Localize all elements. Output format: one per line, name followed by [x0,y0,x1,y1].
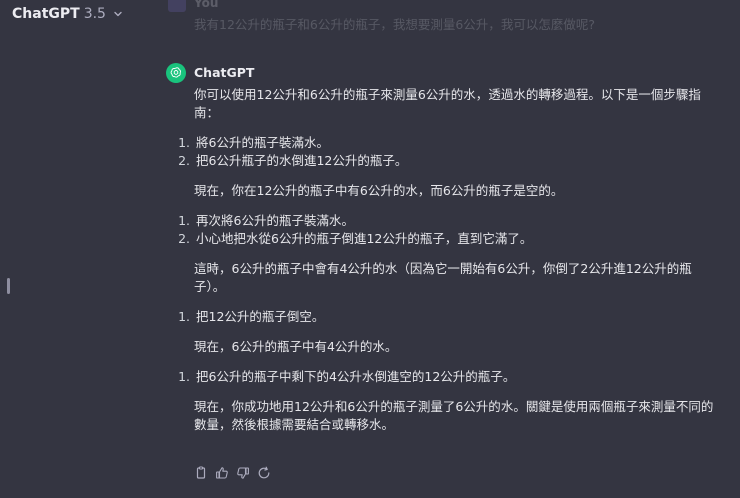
assistant-author: ChatGPT [194,65,255,80]
regenerate-button[interactable] [257,466,271,480]
thumbs-down-icon [237,467,249,479]
list-text: 小心地把水從6公升的瓶子倒進12公升的瓶子，直到它滿了。 [196,231,533,246]
user-avatar [168,0,186,12]
list-number: 1. [178,369,190,384]
list-item: 1. 把6公升的瓶子中剩下的4公升水倒進空的12公升的瓶子。 [178,368,714,386]
list-number: 1. [178,213,190,228]
thumbs-up-icon [216,467,228,479]
list-number: 2. [178,153,190,168]
list-text: 把6公升瓶子的水倒進12公升的瓶子。 [196,153,408,168]
model-switcher[interactable]: ChatGPT 3.5 [12,3,123,25]
previous-message-author: You [194,0,219,10]
note-paragraph-1: 現在，你在12公升的瓶子中有6公升的水，而6公升的瓶子是空的。 [194,183,564,198]
list-item: 1. 將6公升的瓶子裝滿水。 [178,134,714,152]
message-actions [194,466,271,480]
intro-paragraph: 你可以使用12公升和6公升的瓶子來測量6公升的水，透過水的轉移過程。以下是一個步… [194,87,701,120]
step-list-1: 1. 將6公升的瓶子裝滿水。 2. 把6公升瓶子的水倒進12公升的瓶子。 [178,134,714,170]
thumbs-down-button[interactable] [236,466,250,480]
note-paragraph-3: 現在，6公升的瓶子中有4公升的水。 [194,339,398,354]
list-item: 2. 把6公升瓶子的水倒進12公升的瓶子。 [178,152,714,170]
list-item: 2. 小心地把水從6公升的瓶子倒進12公升的瓶子，直到它滿了。 [178,230,714,248]
thumbs-up-button[interactable] [215,466,229,480]
step-list-4: 1. 把6公升的瓶子中剩下的4公升水倒進空的12公升的瓶子。 [178,368,714,386]
conclusion-paragraph: 現在，你成功地用12公升和6公升的瓶子測量了6公升的水。關鍵是使用兩個瓶子來測量… [194,399,714,432]
chevron-down-icon [114,11,122,17]
assistant-message-content: 你可以使用12公升和6公升的瓶子來測量6公升的水，透過水的轉移過程。以下是一個步… [178,86,714,434]
left-rail [0,0,12,498]
copy-icon [196,466,206,479]
list-text: 再次將6公升的瓶子裝滿水。 [196,213,354,228]
list-item: 1. 把12公升的瓶子倒空。 [178,308,714,326]
list-number: 1. [178,309,190,324]
note-paragraph-2: 這時，6公升的瓶子中會有4公升的水（因為它一開始有6公升，你倒了2公升進12公升… [194,261,692,294]
previous-message-text: 我有12公升的瓶子和6公升的瓶子，我想要測量6公升，我可以怎麼做呢? [194,17,595,32]
list-number: 2. [178,231,190,246]
previous-user-message: You 我有12公升的瓶子和6公升的瓶子，我想要測量6公升，我可以怎麼做呢? [168,0,728,33]
list-item: 1. 再次將6公升的瓶子裝滿水。 [178,212,714,230]
list-number: 1. [178,135,190,150]
copy-button[interactable] [194,466,208,480]
list-text: 把6公升的瓶子中剩下的4公升水倒進空的12公升的瓶子。 [196,369,516,384]
list-text: 把12公升的瓶子倒空。 [196,309,325,324]
step-list-2: 1. 再次將6公升的瓶子裝滿水。 2. 小心地把水從6公升的瓶子倒進12公升的瓶… [178,212,714,248]
regenerate-icon [258,466,270,479]
model-name: ChatGPT [12,6,80,22]
model-version: 3.5 [83,6,106,22]
sidebar-toggle-handle[interactable] [7,278,10,294]
chatgpt-logo-icon [166,63,186,83]
step-list-3: 1. 把12公升的瓶子倒空。 [178,308,714,326]
list-text: 將6公升的瓶子裝滿水。 [196,135,329,150]
